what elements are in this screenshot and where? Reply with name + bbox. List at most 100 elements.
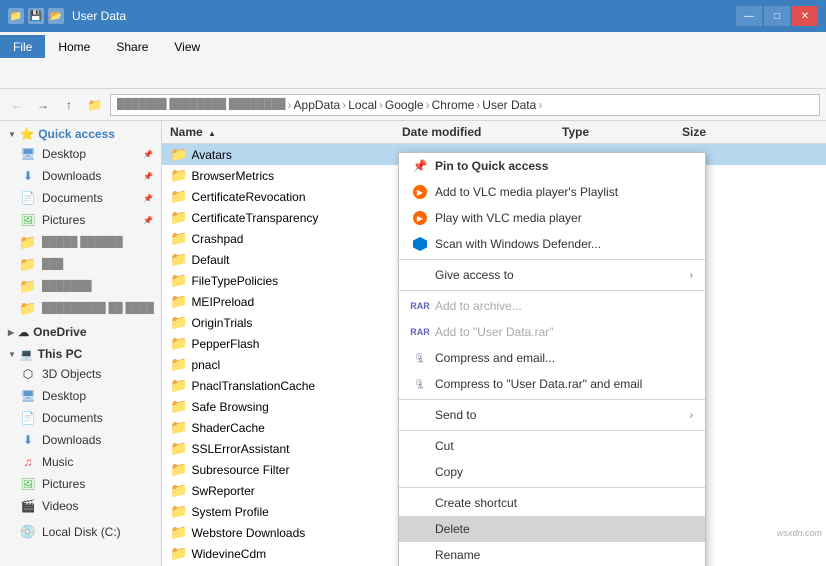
sidebar-item-misc1[interactable]: 📁 ███ bbox=[0, 253, 161, 275]
localdisk-icon: 💿 bbox=[20, 524, 36, 540]
sidebar-pictures-label: Pictures bbox=[42, 213, 85, 227]
forward-button[interactable]: → bbox=[32, 94, 54, 116]
ribbon-tabs: File Home Share View bbox=[0, 32, 826, 58]
title-bar: 📁 💾 📂 User Data — □ ✕ bbox=[0, 0, 826, 32]
pictures-icon: 🖼 bbox=[20, 212, 36, 228]
file-name: 📁 Subresource Filter bbox=[162, 461, 402, 478]
copy-icon bbox=[411, 464, 429, 480]
ctx-compress-rar-email[interactable]: 🗜 Compress to "User Data.rar" and email bbox=[399, 371, 705, 397]
ctx-vlc-playlist[interactable]: ▶ Add to VLC media player's Playlist bbox=[399, 179, 705, 205]
address-bar: ← → ↑ 📁 ███████ ████████ ████████ › AppD… bbox=[0, 89, 826, 121]
onedrive-label: OneDrive bbox=[33, 325, 86, 339]
rename-icon bbox=[411, 547, 429, 563]
col-type[interactable]: Type bbox=[562, 125, 682, 139]
sidebar-item-pictures[interactable]: 🖼 Pictures 📌 bbox=[0, 209, 161, 231]
col-size[interactable]: Size bbox=[682, 125, 762, 139]
thispc-icon: 💻 bbox=[20, 348, 34, 361]
sidebar-item-desktop[interactable]: 🖥 Desktop 📌 bbox=[0, 143, 161, 165]
tab-file[interactable]: File bbox=[0, 35, 45, 58]
ctx-vlc-play[interactable]: ▶ Play with VLC media player bbox=[399, 205, 705, 231]
quick-access-arrow: ▼ bbox=[8, 130, 16, 139]
tab-view[interactable]: View bbox=[161, 35, 213, 58]
pin-icon-4: 📌 bbox=[143, 216, 153, 225]
tab-share[interactable]: Share bbox=[103, 35, 161, 58]
sidebar-item-3dobjects[interactable]: ⬡ 3D Objects bbox=[0, 363, 161, 385]
ctx-rename-label: Rename bbox=[435, 548, 480, 562]
pictures-pc-icon: 🖼 bbox=[20, 476, 36, 492]
col-date[interactable]: Date modified bbox=[402, 125, 562, 139]
ctx-sep-1 bbox=[399, 259, 705, 260]
documents-pc-icon: 📄 bbox=[20, 410, 36, 426]
sidebar-item-profile[interactable]: 📁 █████████ ██ ████ bbox=[0, 297, 161, 319]
ctx-copy-label: Copy bbox=[435, 465, 463, 479]
profile-icon: 📁 bbox=[20, 300, 36, 316]
shortcut-icon bbox=[411, 495, 429, 511]
back-button[interactable]: ← bbox=[6, 94, 28, 116]
quick-access-header[interactable]: ▼ ⭐ Quick access bbox=[0, 125, 161, 143]
up-button[interactable]: ↑ bbox=[58, 94, 80, 116]
sidebar-item-downloads[interactable]: ⬇ Downloads 📌 bbox=[0, 165, 161, 187]
ctx-cut-label: Cut bbox=[435, 439, 454, 453]
ctx-pin-quick-access[interactable]: 📌 Pin to Quick access bbox=[399, 153, 705, 179]
music-icon: ♫ bbox=[20, 454, 36, 470]
minimize-button[interactable]: — bbox=[736, 6, 762, 26]
sidebar-item-downloads-pc[interactable]: ⬇ Downloads bbox=[0, 429, 161, 451]
sidebar-item-system32[interactable]: 📁 ███████ bbox=[0, 275, 161, 297]
file-name: 📁 ShaderCache bbox=[162, 419, 402, 436]
path-chrome: Chrome bbox=[432, 98, 475, 112]
address-path[interactable]: ███████ ████████ ████████ › AppData › Lo… bbox=[110, 94, 820, 116]
ctx-delete-label: Delete bbox=[435, 522, 470, 536]
file-name: 📁 SSLErrorAssistant bbox=[162, 440, 402, 457]
ctx-copy[interactable]: Copy bbox=[399, 459, 705, 485]
path-google: Google bbox=[385, 98, 424, 112]
ctx-create-shortcut[interactable]: Create shortcut bbox=[399, 490, 705, 516]
onedrive-arrow: ▶ bbox=[8, 328, 14, 337]
folder-nav-icon[interactable]: 📁 bbox=[84, 94, 106, 116]
sidebar: ▼ ⭐ Quick access 🖥 Desktop 📌 ⬇ Downloads… bbox=[0, 121, 162, 566]
sidebar-item-videos[interactable]: 🎬 Videos bbox=[0, 495, 161, 517]
sidebar-item-pictures-pc[interactable]: 🖼 Pictures bbox=[0, 473, 161, 495]
path-userdata: User Data bbox=[482, 98, 536, 112]
col-name[interactable]: Name ▲ bbox=[162, 125, 402, 139]
ctx-sep-4 bbox=[399, 430, 705, 431]
tab-home[interactable]: Home bbox=[45, 35, 103, 58]
onedrive-section: ▶ ☁ OneDrive bbox=[0, 323, 161, 341]
ctx-compress-email[interactable]: 🗜 Compress and email... bbox=[399, 345, 705, 371]
onedrive-header[interactable]: ▶ ☁ OneDrive bbox=[0, 323, 161, 341]
defender-icon bbox=[411, 236, 429, 252]
ctx-send-to[interactable]: Send to › bbox=[399, 402, 705, 428]
sidebar-downloads-pc-label: Downloads bbox=[42, 433, 101, 447]
ctx-rename[interactable]: Rename bbox=[399, 542, 705, 566]
sidebar-localdisk-label: Local Disk (C:) bbox=[42, 525, 121, 539]
ctx-vlc-playlist-label: Add to VLC media player's Playlist bbox=[435, 185, 618, 199]
watermark: wsxdn.com bbox=[777, 528, 822, 538]
ctx-create-shortcut-label: Create shortcut bbox=[435, 496, 517, 510]
vlc-playlist-icon: ▶ bbox=[411, 184, 429, 200]
file-name: 📁 Crashpad bbox=[162, 230, 402, 247]
sidebar-item-documents-pc[interactable]: 📄 Documents bbox=[0, 407, 161, 429]
close-button[interactable]: ✕ bbox=[792, 6, 818, 26]
sidebar-item-music-videos[interactable]: 📁 █████ ██████ bbox=[0, 231, 161, 253]
path-user: ███████ ████████ ████████ bbox=[117, 99, 286, 110]
ctx-compress-email-label: Compress and email... bbox=[435, 351, 555, 365]
file-name: 📁 Safe Browsing bbox=[162, 398, 402, 415]
onedrive-icon: ☁ bbox=[18, 326, 29, 339]
save-icon: 💾 bbox=[28, 8, 44, 24]
sidebar-item-music[interactable]: ♫ Music bbox=[0, 451, 161, 473]
thispc-header[interactable]: ▼ 💻 This PC bbox=[0, 345, 161, 363]
ctx-cut[interactable]: Cut bbox=[399, 433, 705, 459]
file-name: 📁 SwReporter bbox=[162, 482, 402, 499]
maximize-button[interactable]: □ bbox=[764, 6, 790, 26]
send-to-arrow: › bbox=[690, 410, 693, 421]
sidebar-item-desktop-pc[interactable]: 🖥 Desktop bbox=[0, 385, 161, 407]
give-access-icon bbox=[411, 267, 429, 283]
3dobjects-icon: ⬡ bbox=[20, 366, 36, 382]
window-controls[interactable]: — □ ✕ bbox=[736, 6, 818, 26]
give-access-arrow: › bbox=[690, 270, 693, 281]
ctx-defender[interactable]: Scan with Windows Defender... bbox=[399, 231, 705, 257]
sidebar-item-localdisk[interactable]: 💿 Local Disk (C:) bbox=[0, 521, 161, 543]
sidebar-item-documents[interactable]: 📄 Documents 📌 bbox=[0, 187, 161, 209]
ctx-delete[interactable]: Delete bbox=[399, 516, 705, 542]
ctx-give-access[interactable]: Give access to › bbox=[399, 262, 705, 288]
file-name: 📁 PnaclTranslationCache bbox=[162, 377, 402, 394]
